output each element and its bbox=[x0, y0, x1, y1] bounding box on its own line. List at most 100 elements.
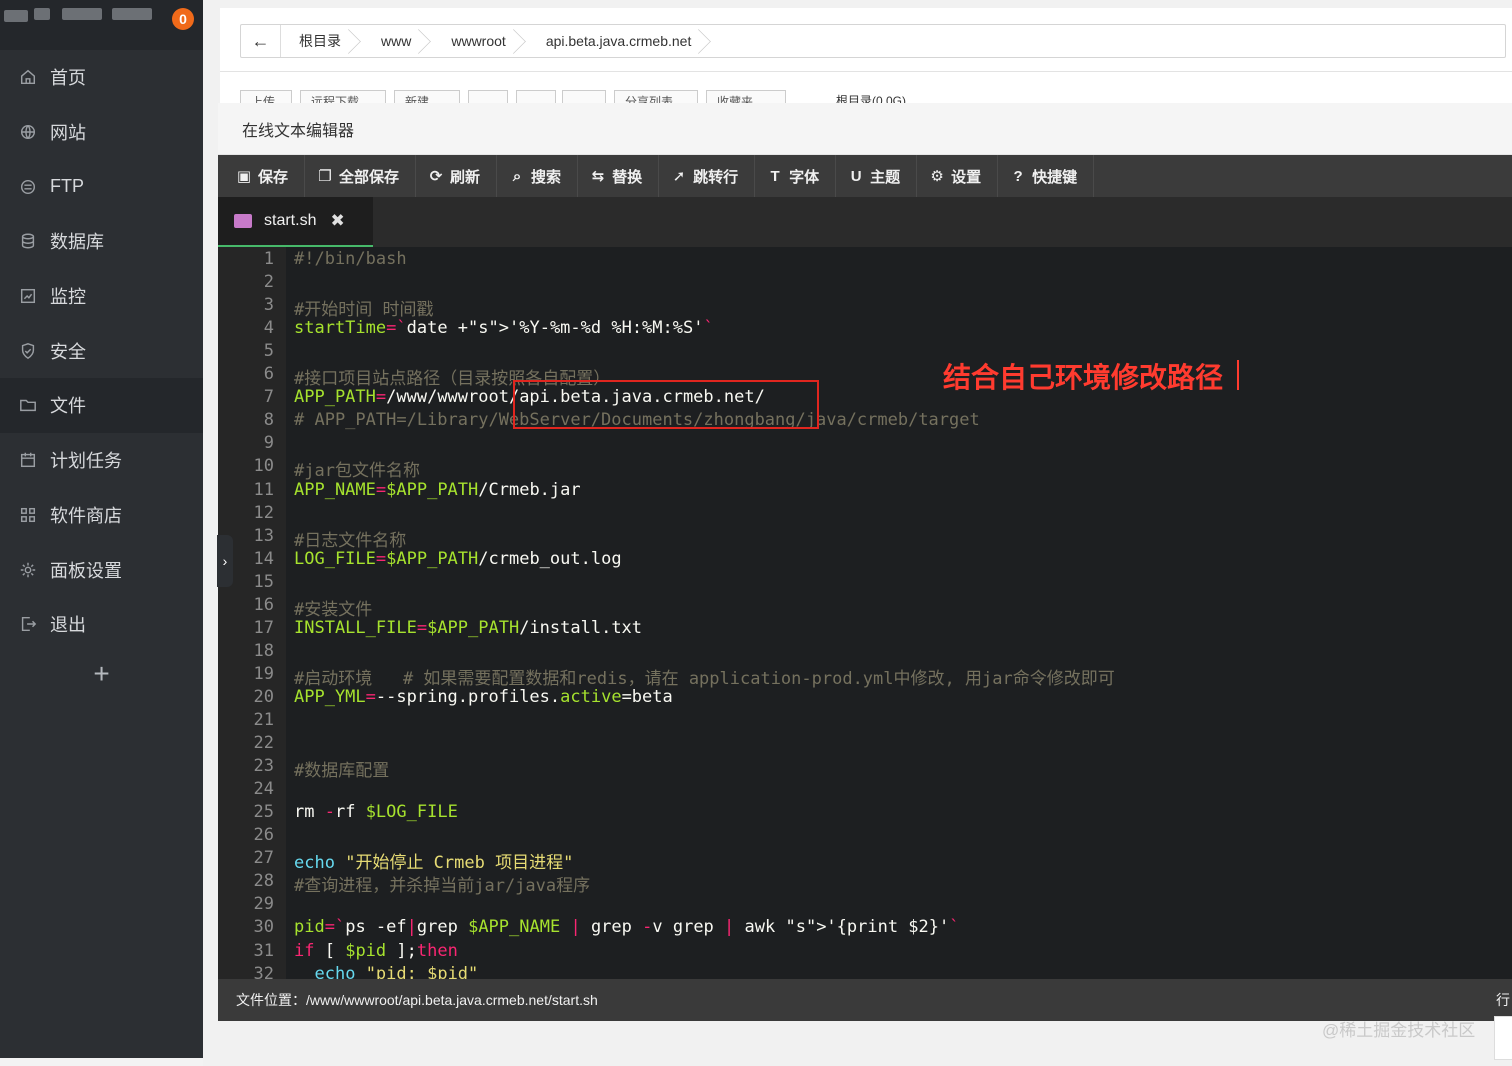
code-line[interactable]: if [ $pid ];then bbox=[294, 941, 458, 961]
line-number: 1 bbox=[263, 249, 274, 269]
breadcrumb-item[interactable]: www bbox=[363, 25, 433, 57]
sidebar-item-7[interactable]: 计划任务 bbox=[0, 433, 203, 488]
line-number-gutter: 1 2 3 4 5 6 7 8 9 10 11 12 13 14 15 16 17 18 19 20 21 22 23 24 2… bbox=[218, 247, 286, 979]
breadcrumb-item[interactable]: 根目录 bbox=[281, 25, 363, 57]
sidebar-header: 0 bbox=[0, 0, 203, 50]
code-editor[interactable]: 1 2 3 4 5 6 7 8 9 10 11 12 13 14 15 16 17 18 19 20 21 22 23 24 2… bbox=[218, 247, 1512, 979]
tool-label: 跳转行 bbox=[693, 168, 739, 186]
line-number: 12 bbox=[253, 502, 274, 523]
breadcrumb-item[interactable]: api.beta.java.crmeb.net bbox=[528, 25, 714, 57]
tool-label: 设置 bbox=[951, 168, 982, 186]
text-editor-dialog: 在线文本编辑器 ▣ 保存 ❐ 全部保存 ⟳ 刷新 ⌕ 搜索 ⇆ 替换 ➚ 跳转行 T 字体 U 主题 ⚙ 设置? 快… bbox=[218, 103, 1512, 1021]
line-number: 28 bbox=[253, 871, 274, 892]
code-line[interactable]: startTime=`date +"s">'%Y-%m-%d %H:%M:%S'… bbox=[294, 318, 714, 338]
line-number: 17 bbox=[253, 617, 274, 638]
tool-gear-button[interactable]: ⚙ 设置 bbox=[917, 155, 999, 197]
back-arrow-icon[interactable]: ← bbox=[241, 25, 281, 57]
tool-save-button[interactable]: ▣ 保存 bbox=[224, 155, 306, 197]
sidebar-item-5[interactable]: 安全 bbox=[0, 323, 203, 378]
code-line[interactable]: #日志文件名称 bbox=[294, 526, 406, 551]
line-number: 16 bbox=[253, 594, 274, 615]
sidebar-item-3[interactable]: 数据库 bbox=[0, 214, 203, 269]
collapse-toggle-icon[interactable]: › bbox=[217, 535, 233, 587]
magnet-icon: U bbox=[850, 167, 862, 185]
dialog-title: 在线文本编辑器 bbox=[218, 103, 1512, 155]
close-icon[interactable]: ✖ bbox=[330, 211, 344, 231]
tool-magnet-button[interactable]: U 主题 bbox=[836, 155, 918, 197]
sidebar-item-0[interactable]: 首页 bbox=[0, 50, 203, 105]
code-line[interactable]: pid=`ps -ef|grep $APP_NAME | grep -v gre… bbox=[294, 917, 960, 937]
code-line[interactable]: #jar包文件名称 bbox=[294, 456, 420, 481]
code-line[interactable]: echo "开始停止 Crmeb 项目进程" bbox=[294, 848, 573, 873]
tool-search-button[interactable]: ⌕ 搜索 bbox=[497, 155, 579, 197]
globe-icon bbox=[18, 122, 38, 142]
tool-label: 替换 bbox=[612, 168, 643, 186]
corner-button[interactable] bbox=[1494, 1016, 1512, 1060]
line-number: 24 bbox=[253, 779, 274, 800]
file-path: 文件位置：/www/wwwroot/api.beta.java.crmeb.ne… bbox=[236, 992, 598, 1008]
tab-start-sh[interactable]: start.sh ✖ bbox=[218, 197, 373, 247]
sidebar-item-label: 文件 bbox=[50, 396, 86, 417]
line-number: 22 bbox=[253, 733, 274, 754]
tool-replace-button[interactable]: ⇆ 替换 bbox=[578, 155, 660, 197]
tool-help-button[interactable]: ? 快捷键 bbox=[998, 155, 1095, 197]
line-number: 32 bbox=[253, 963, 274, 979]
code-line[interactable]: APP_NAME=$APP_PATH/Crmeb.jar bbox=[294, 480, 581, 500]
sidebar-item-6[interactable]: 文件 bbox=[0, 378, 203, 433]
tool-refresh-button[interactable]: ⟳ 刷新 bbox=[416, 155, 498, 197]
line-number: 23 bbox=[253, 756, 274, 777]
sidebar-item-4[interactable]: 监控 bbox=[0, 269, 203, 324]
line-number: 10 bbox=[253, 456, 274, 477]
sidebar-item-label: 网站 bbox=[50, 123, 86, 144]
sidebar-item-9[interactable]: 面板设置 bbox=[0, 542, 203, 597]
line-number: 31 bbox=[253, 940, 274, 961]
text-caret bbox=[1237, 360, 1239, 390]
code-line[interactable]: LOG_FILE=$APP_PATH/crmeb_out.log bbox=[294, 549, 622, 569]
sidebar-item-label: 计划任务 bbox=[50, 451, 122, 472]
tool-label: 字体 bbox=[789, 168, 820, 186]
sidebar-item-1[interactable]: 网站 bbox=[0, 105, 203, 160]
code-line[interactable]: APP_YML=--spring.profiles.active=beta bbox=[294, 687, 673, 707]
line-number: 20 bbox=[253, 686, 274, 707]
sidebar-item-8[interactable]: 软件商店 bbox=[0, 488, 203, 543]
code-line[interactable]: INSTALL_FILE=$APP_PATH/install.txt bbox=[294, 618, 642, 638]
tool-font-button[interactable]: T 字体 bbox=[755, 155, 837, 197]
line-number: 8 bbox=[263, 410, 274, 431]
monitor-icon bbox=[18, 286, 38, 306]
line-number: 7 bbox=[263, 387, 274, 408]
sidebar-item-label: 首页 bbox=[50, 68, 86, 89]
add-shortcut-button[interactable]: + bbox=[0, 658, 203, 690]
calendar-icon bbox=[18, 450, 38, 470]
sidebar-nav: 首页网站 FTP 数据库 监控 安全文件计划任务软件商店面板设置 退出 bbox=[0, 50, 203, 652]
line-number: 26 bbox=[253, 825, 274, 846]
tool-pin-button[interactable]: ➚ 跳转行 bbox=[659, 155, 756, 197]
ftp-icon bbox=[18, 177, 38, 197]
line-number: 25 bbox=[253, 802, 274, 823]
breadcrumb-item[interactable]: wwwroot bbox=[433, 25, 527, 57]
grid-icon bbox=[18, 505, 38, 525]
tab-filename: start.sh bbox=[264, 212, 317, 229]
sidebar-item-label: 软件商店 bbox=[50, 505, 122, 526]
tool-save-all-button[interactable]: ❐ 全部保存 bbox=[305, 155, 417, 197]
line-number: 4 bbox=[263, 318, 274, 339]
blurred-text bbox=[34, 8, 50, 20]
code-line[interactable]: #开始时间 时间戳 bbox=[294, 295, 433, 320]
row-indicator: 行 bbox=[1496, 992, 1510, 1008]
line-number: 3 bbox=[263, 295, 274, 316]
tool-label: 主题 bbox=[870, 168, 901, 186]
code-line[interactable]: #!/bin/bash bbox=[294, 249, 407, 269]
replace-icon: ⇆ bbox=[591, 168, 605, 185]
font-icon: T bbox=[770, 167, 780, 185]
sidebar-item-2[interactable]: FTP bbox=[0, 159, 203, 214]
code-line[interactable]: #安装文件 bbox=[294, 595, 372, 620]
blurred-text bbox=[112, 8, 152, 20]
logo-icon bbox=[4, 10, 28, 22]
notification-badge[interactable]: 0 bbox=[172, 8, 194, 30]
sidebar-item-10[interactable]: 退出 bbox=[0, 597, 203, 652]
tool-label: 保存 bbox=[258, 168, 289, 186]
code-line[interactable]: #查询进程，并杀掉当前jar/java程序 bbox=[294, 871, 590, 896]
code-line[interactable]: #启动环境 # 如果需要配置数据和redis，请在 application-pr… bbox=[294, 664, 1115, 689]
code-line[interactable]: #数据库配置 bbox=[294, 756, 389, 781]
code-line[interactable]: rm -rf $LOG_FILE bbox=[294, 802, 458, 822]
code-line[interactable]: echo "pid: $pid" bbox=[294, 964, 478, 979]
